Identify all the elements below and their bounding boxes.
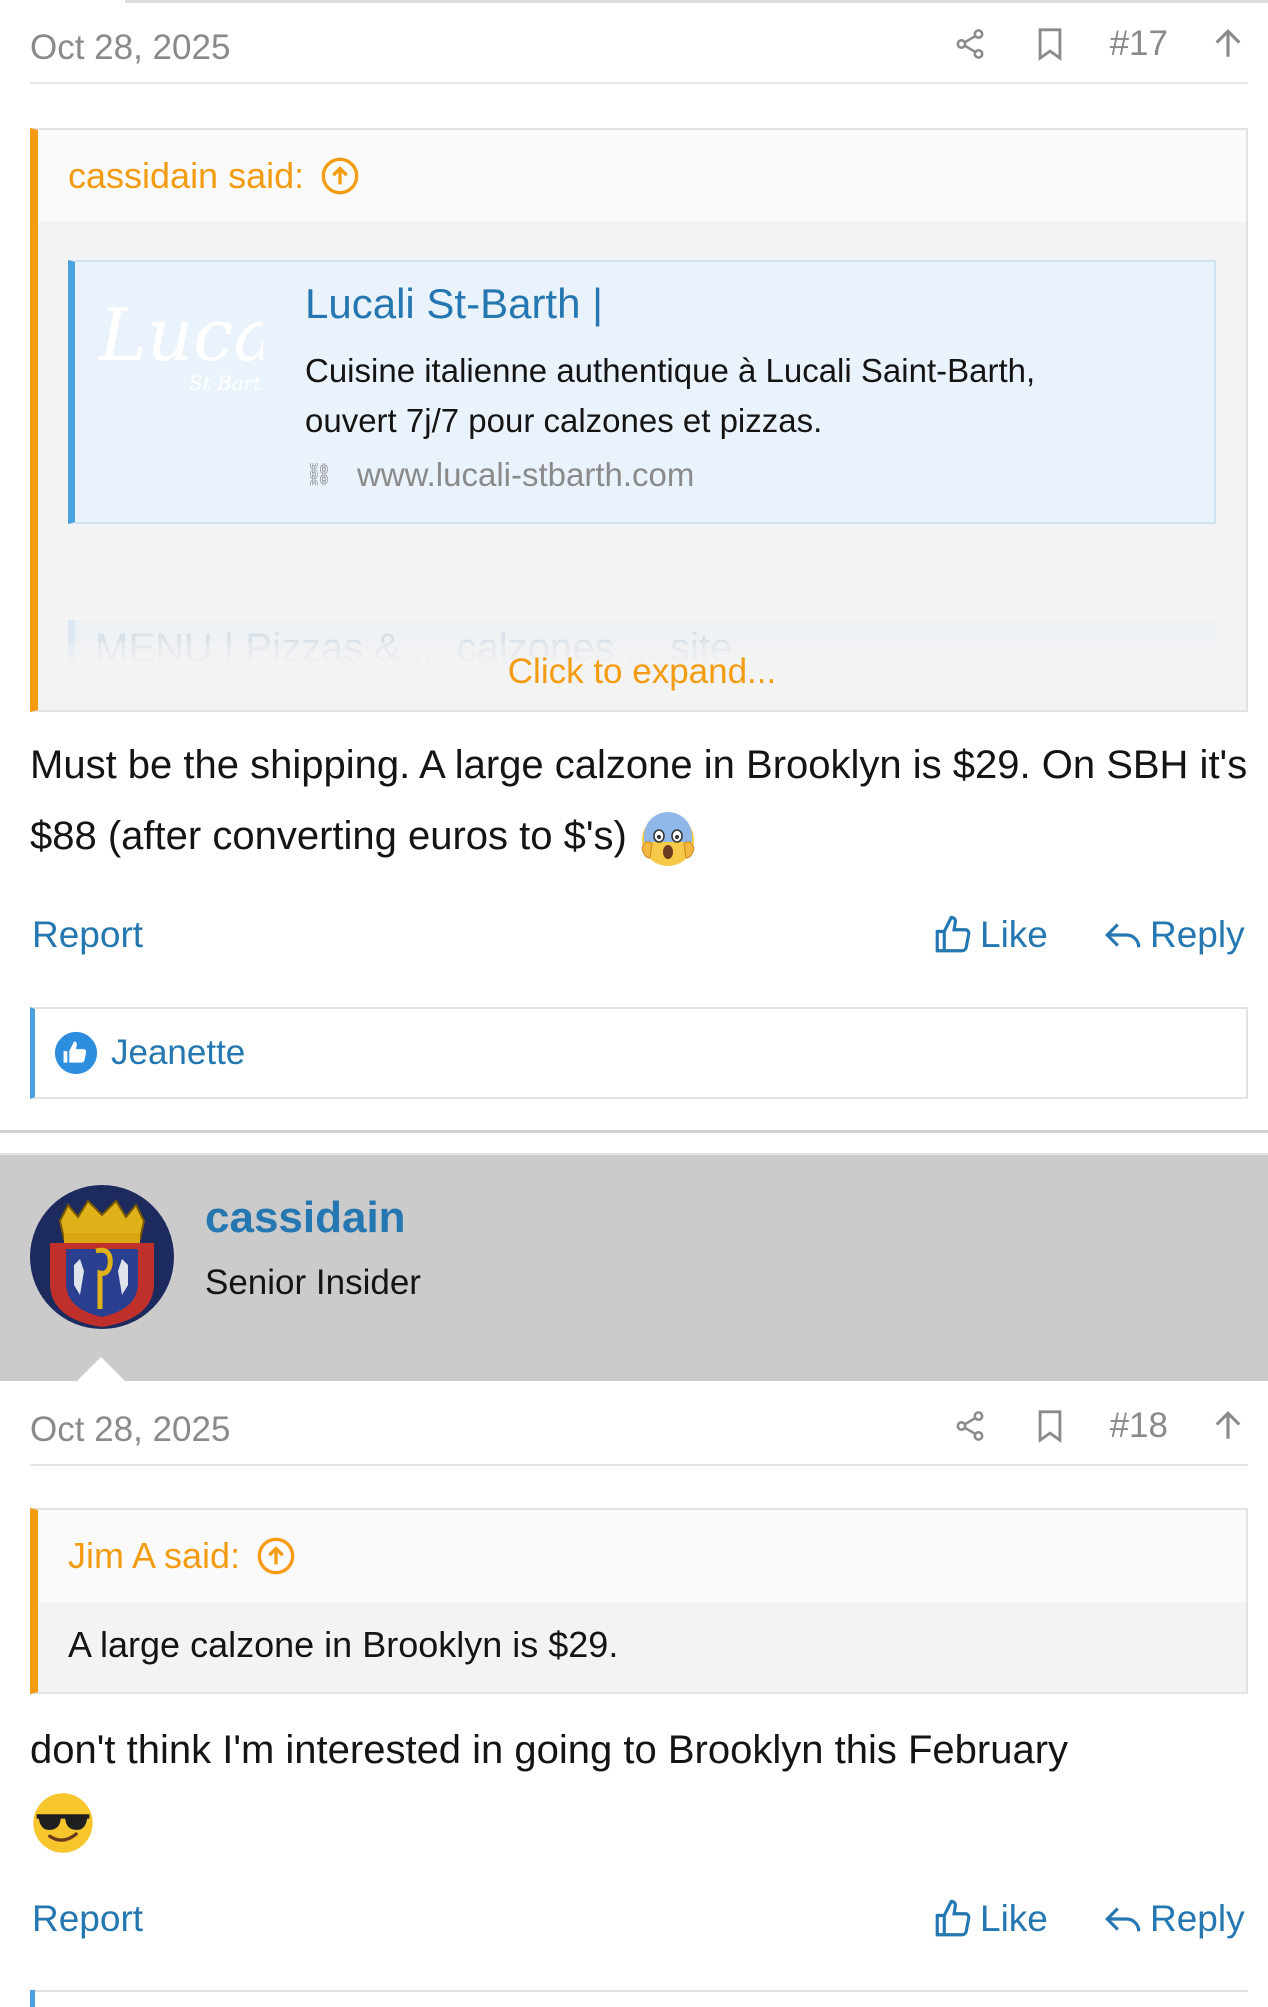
reaction-user[interactable]: Jeanette — [111, 1033, 245, 1073]
reply-button[interactable]: Reply — [1102, 1898, 1245, 1940]
post-number-link[interactable]: #18 — [1110, 1406, 1168, 1446]
like-label: Like — [980, 914, 1048, 955]
post-18-body: don't think I'm interested in going to B… — [30, 1715, 1248, 1857]
quote-author[interactable]: Jim A said: — [68, 1535, 240, 1577]
external-link-icon: ⛓ — [305, 462, 333, 487]
post-18-quote: Jim A said: A large calzone in Brooklyn … — [30, 1508, 1248, 1694]
author-info: cassidain Senior Insider — [0, 1153, 1268, 1383]
thumbs-up-icon — [935, 1899, 971, 1937]
like-reaction-icon — [53, 1030, 99, 1076]
post-date: Oct 28, 2025 — [30, 1410, 231, 1449]
embed-url[interactable]: ⛓ www.lucali-stbarth.com — [305, 456, 694, 494]
author-name[interactable]: cassidain — [205, 1193, 406, 1243]
bookmark-icon[interactable] — [1030, 1406, 1070, 1446]
reply-label: Reply — [1150, 914, 1245, 955]
share-icon[interactable] — [950, 24, 990, 64]
face-screaming-in-fear-emoji — [638, 808, 698, 868]
embed-url-text: www.lucali-stbarth.com — [356, 456, 695, 493]
embed-title[interactable]: Lucali St-Barth | — [305, 280, 603, 328]
post-17-meta: Oct 28, 2025 #17 — [30, 12, 1248, 84]
top-divider — [125, 0, 1268, 3]
post-actions: #17 — [910, 24, 1248, 64]
post-date: Oct 28, 2025 — [30, 28, 231, 67]
reply-label: Reply — [1150, 1898, 1245, 1939]
click-to-expand-link[interactable]: Click to expand... — [38, 642, 1246, 704]
smiling-face-with-sunglasses-emoji — [30, 1790, 96, 1856]
thumbs-up-icon — [935, 915, 971, 953]
quote-header: Jim A said: — [38, 1510, 1246, 1602]
report-link[interactable]: Report — [32, 1898, 143, 1940]
share-icon[interactable] — [950, 1406, 990, 1446]
post-18-meta: Oct 28, 2025 #18 — [30, 1394, 1248, 1466]
report-link[interactable]: Report — [32, 914, 143, 956]
quote-header: cassidain said: — [38, 130, 1246, 222]
svg-text:St Barth: St Barth — [189, 371, 263, 395]
post-17-quote: cassidain said: Lucali St Barth Lucali S… — [30, 128, 1248, 712]
avatar[interactable] — [30, 1185, 174, 1329]
like-button[interactable]: Like — [932, 1898, 1048, 1940]
reply-icon — [1105, 1907, 1141, 1932]
post-17-body: Must be the shipping. A large calzone in… — [30, 730, 1248, 872]
quote-author[interactable]: cassidain said: — [68, 155, 304, 197]
svg-text:Lucali: Lucali — [97, 293, 263, 377]
next-reactions-bar-edge — [30, 1990, 35, 2007]
lucali-logo: Lucali St Barth — [93, 278, 323, 398]
next-reactions-bar-top — [35, 1990, 1248, 1992]
link-unfurl-card[interactable]: Lucali St Barth Lucali St-Barth | Cuisin… — [68, 260, 1216, 524]
bookmark-icon[interactable] — [1030, 24, 1070, 64]
post-actions: #18 — [910, 1406, 1248, 1446]
arrow-up-icon[interactable] — [1208, 24, 1248, 64]
post-separator — [0, 1130, 1268, 1133]
post-number-link[interactable]: #17 — [1110, 24, 1168, 64]
like-label: Like — [980, 1898, 1048, 1939]
post-18-actions: Report Like Reply — [32, 1898, 1248, 1948]
reply-button[interactable]: Reply — [1102, 914, 1245, 956]
post-17-actions: Report Like Reply — [32, 914, 1248, 964]
post-body-text: don't think I'm interested in going to B… — [30, 1728, 1069, 1772]
reply-icon — [1105, 923, 1141, 948]
quote-text: A large calzone in Brooklyn is $29. — [68, 1624, 619, 1665]
like-button[interactable]: Like — [932, 914, 1048, 956]
go-to-quoted-post-icon[interactable] — [256, 1536, 296, 1576]
reactions-bar[interactable]: Jeanette — [30, 1007, 1248, 1099]
author-title: Senior Insider — [205, 1263, 421, 1302]
embed-description: Cuisine italienne authentique à Lucali S… — [305, 352, 1036, 439]
go-to-quoted-post-icon[interactable] — [320, 156, 360, 196]
author-caret — [75, 1357, 127, 1383]
arrow-up-icon[interactable] — [1208, 1406, 1248, 1446]
